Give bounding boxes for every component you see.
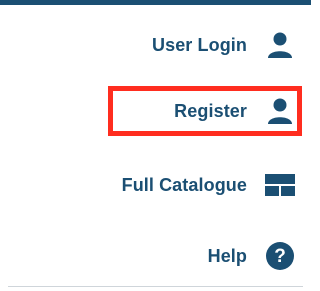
menu-item-label: Full Catalogue [121, 174, 247, 195]
user-icon [265, 30, 295, 60]
user-icon [265, 96, 295, 126]
menu-item-label: Help [207, 245, 247, 266]
svg-text:?: ? [274, 246, 286, 267]
help-circle-icon: ? [265, 241, 295, 271]
menu-item-user-login[interactable]: User Login [152, 23, 295, 67]
menu-item-help[interactable]: Help ? [208, 234, 295, 278]
top-accent-bar [0, 0, 311, 5]
menu-item-full-catalogue[interactable]: Full Catalogue [122, 163, 295, 207]
bottom-divider [8, 286, 303, 287]
catalogue-grid-icon [265, 170, 295, 200]
menu-item-label: User Login [151, 34, 247, 55]
menu-panel: User Login Register Full Catalogue Help … [0, 0, 311, 291]
menu-item-register[interactable]: Register [174, 89, 295, 133]
menu-item-label: Register [174, 100, 247, 121]
